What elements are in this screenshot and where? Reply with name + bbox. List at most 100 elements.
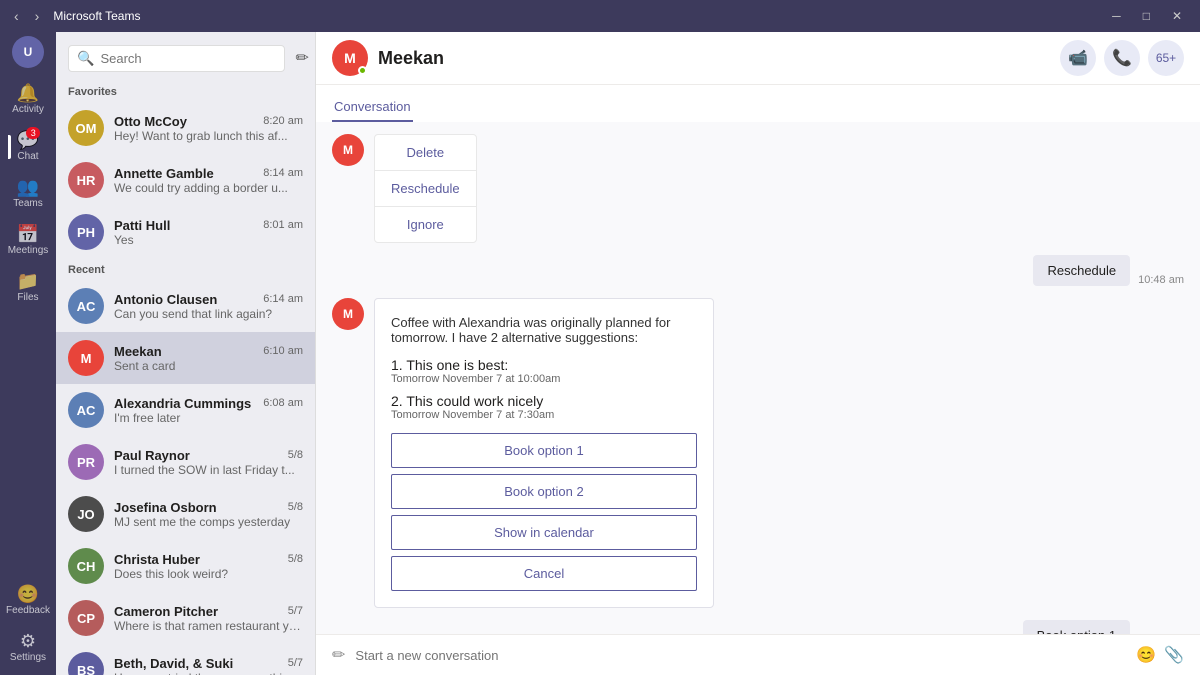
chat-preview: I turned the SOW in last Friday t... (114, 463, 303, 477)
chat-info: Cameron Pitcher 5/7 Where is that ramen … (114, 604, 303, 633)
activity-bar: U 🔔Activity💬Chat3👥Teams📅Meetings📁Files 😊… (0, 32, 56, 675)
minimize-button[interactable]: ─ (1102, 5, 1131, 27)
back-button[interactable]: ‹ (8, 6, 25, 26)
files-icon: 📁 (17, 272, 39, 290)
chat-info: Christa Huber 5/8 Does this look weird? (114, 552, 303, 581)
chat-name: Josefina Osborn (114, 500, 217, 515)
chat-preview: Have you tried the new smoothie... (114, 671, 303, 675)
activity-item-teams[interactable]: 👥Teams (8, 170, 49, 217)
chat-name-row: Christa Huber 5/8 (114, 552, 303, 567)
activity-item-meetings[interactable]: 📅Meetings (8, 217, 49, 264)
chat-name-row: Josefina Osborn 5/8 (114, 500, 303, 515)
action-btn-book-option-1[interactable]: Book option 1 (391, 433, 697, 468)
chat-time: 6:08 am (263, 397, 303, 409)
suggestions-card: Coffee with Alexandria was originally pl… (374, 298, 714, 608)
chat-info: Annette Gamble 8:14 am We could try addi… (114, 166, 303, 195)
chat-time: 8:20 am (263, 115, 303, 127)
chat-preview: Sent a card (114, 359, 303, 373)
chat-preview: Can you send that link again? (114, 307, 303, 321)
chat-avatar: CH (68, 548, 104, 584)
tab-bar: Conversation (316, 85, 1200, 122)
activity-item-activity[interactable]: 🔔Activity (8, 76, 49, 123)
phone-call-button[interactable]: 📞 (1104, 40, 1140, 76)
close-button[interactable]: ✕ (1162, 5, 1192, 27)
chat-preview: Where is that ramen restaurant yo... (114, 619, 303, 633)
activity-icon: 🔔 (17, 84, 39, 102)
compose-button[interactable]: ✏ (291, 44, 312, 72)
activity-item-settings[interactable]: ⚙Settings (6, 624, 50, 671)
input-area: ✏ 😊 📎 (316, 634, 1200, 675)
meekan-avatar: M (332, 40, 368, 76)
chat-item[interactable]: PR Paul Raynor 5/8 I turned the SOW in l… (56, 436, 315, 488)
chat-name-row: Patti Hull 8:01 am (114, 218, 303, 233)
activity-label: Meetings (8, 245, 49, 256)
chat-item[interactable]: M Meekan 6:10 am Sent a card (56, 332, 315, 384)
chat-item[interactable]: OM Otto McCoy 8:20 am Hey! Want to grab … (56, 102, 315, 154)
chat-avatar: PH (68, 214, 104, 250)
tab-conversation[interactable]: Conversation (332, 93, 413, 122)
bot-message-reschedule-card: M Delete Reschedule Ignore (332, 134, 1184, 243)
chat-name: Paul Raynor (114, 448, 190, 463)
chat-avatar: OM (68, 110, 104, 146)
chat-time: 8:14 am (263, 167, 303, 179)
sidebar-header: 🔍 ✏ (56, 32, 315, 80)
chat-time: 5/8 (288, 553, 303, 565)
search-icon: 🔍 (77, 50, 94, 67)
message-input[interactable] (355, 648, 1126, 663)
chat-item[interactable]: CH Christa Huber 5/8 Does this look weir… (56, 540, 315, 592)
attachment-button[interactable]: 📎 (1164, 645, 1184, 665)
app-title: Microsoft Teams (53, 9, 140, 23)
activity-item-feedback[interactable]: 😊Feedback (6, 577, 50, 624)
action-btn-book-option-2[interactable]: Book option 2 (391, 474, 697, 509)
chat-time: 5/7 (288, 605, 303, 617)
chat-title: Meekan (378, 48, 444, 69)
chat-item[interactable]: PH Patti Hull 8:01 am Yes (56, 206, 315, 258)
chat-name: Beth, David, & Suki (114, 656, 233, 671)
chat-name: Meekan (114, 344, 162, 359)
delete-button[interactable]: Delete (375, 135, 476, 170)
chat-item[interactable]: BS Beth, David, & Suki 5/7 Have you trie… (56, 644, 315, 675)
option-item-1: 1. This one is best:Tomorrow November 7 … (391, 357, 697, 385)
chat-item[interactable]: AC Antonio Clausen 6:14 am Can you send … (56, 280, 315, 332)
option-subtitle: Tomorrow November 7 at 10:00am (391, 373, 697, 385)
search-input[interactable] (100, 51, 276, 66)
chat-name-row: Meekan 6:10 am (114, 344, 303, 359)
reschedule-button[interactable]: Reschedule (375, 170, 476, 206)
emoji-button[interactable]: 😊 (1136, 645, 1156, 665)
chat-time: 6:10 am (263, 345, 303, 357)
user-message-reschedule: Reschedule 10:48 am (332, 255, 1184, 286)
chat-preview: Yes (114, 233, 303, 247)
titlebar-left: ‹ › Microsoft Teams (8, 6, 140, 26)
chat-preview: I'm free later (114, 411, 303, 425)
compose-pen-icon: ✏ (332, 645, 345, 665)
more-options-button[interactable]: 65+ (1148, 40, 1184, 76)
chat-avatar: BS (68, 652, 104, 675)
maximize-button[interactable]: □ (1133, 5, 1160, 27)
ignore-button[interactable]: Ignore (375, 206, 476, 242)
chat-info: Otto McCoy 8:20 am Hey! Want to grab lun… (114, 114, 303, 143)
user-avatar[interactable]: U (12, 36, 44, 68)
activity-item-files[interactable]: 📁Files (8, 264, 49, 311)
chat-time: 8:01 am (263, 219, 303, 231)
chat-info: Beth, David, & Suki 5/7 Have you tried t… (114, 656, 303, 675)
activity-label: Teams (13, 198, 42, 209)
chat-item[interactable]: JO Josefina Osborn 5/8 MJ sent me the co… (56, 488, 315, 540)
action-btn-cancel[interactable]: Cancel (391, 556, 697, 591)
sidebar: 🔍 ✏ Favorites OM Otto McCoy 8:20 am Hey!… (56, 32, 316, 675)
video-call-button[interactable]: 📹 (1060, 40, 1096, 76)
chat-item[interactable]: HR Annette Gamble 8:14 am We could try a… (56, 154, 315, 206)
action-btn-show-in-calendar[interactable]: Show in calendar (391, 515, 697, 550)
chat-name: Alexandria Cummings (114, 396, 251, 411)
search-box[interactable]: 🔍 (68, 45, 285, 72)
recent-label: Recent (56, 258, 315, 280)
chat-item[interactable]: CP Cameron Pitcher 5/7 Where is that ram… (56, 592, 315, 644)
forward-button[interactable]: › (29, 6, 46, 26)
option-title: 2. This could work nicely (391, 393, 697, 409)
chat-info: Patti Hull 8:01 am Yes (114, 218, 303, 247)
chat-header: M Meekan 📹 📞 65+ (316, 32, 1200, 85)
chat-item[interactable]: AC Alexandria Cummings 6:08 am I'm free … (56, 384, 315, 436)
activity-item-chat[interactable]: 💬Chat3 (8, 123, 49, 170)
chat-time: 5/8 (288, 449, 303, 461)
user-message-book: Book option 1 10:48 am (332, 620, 1184, 634)
chat-avatar: JO (68, 496, 104, 532)
